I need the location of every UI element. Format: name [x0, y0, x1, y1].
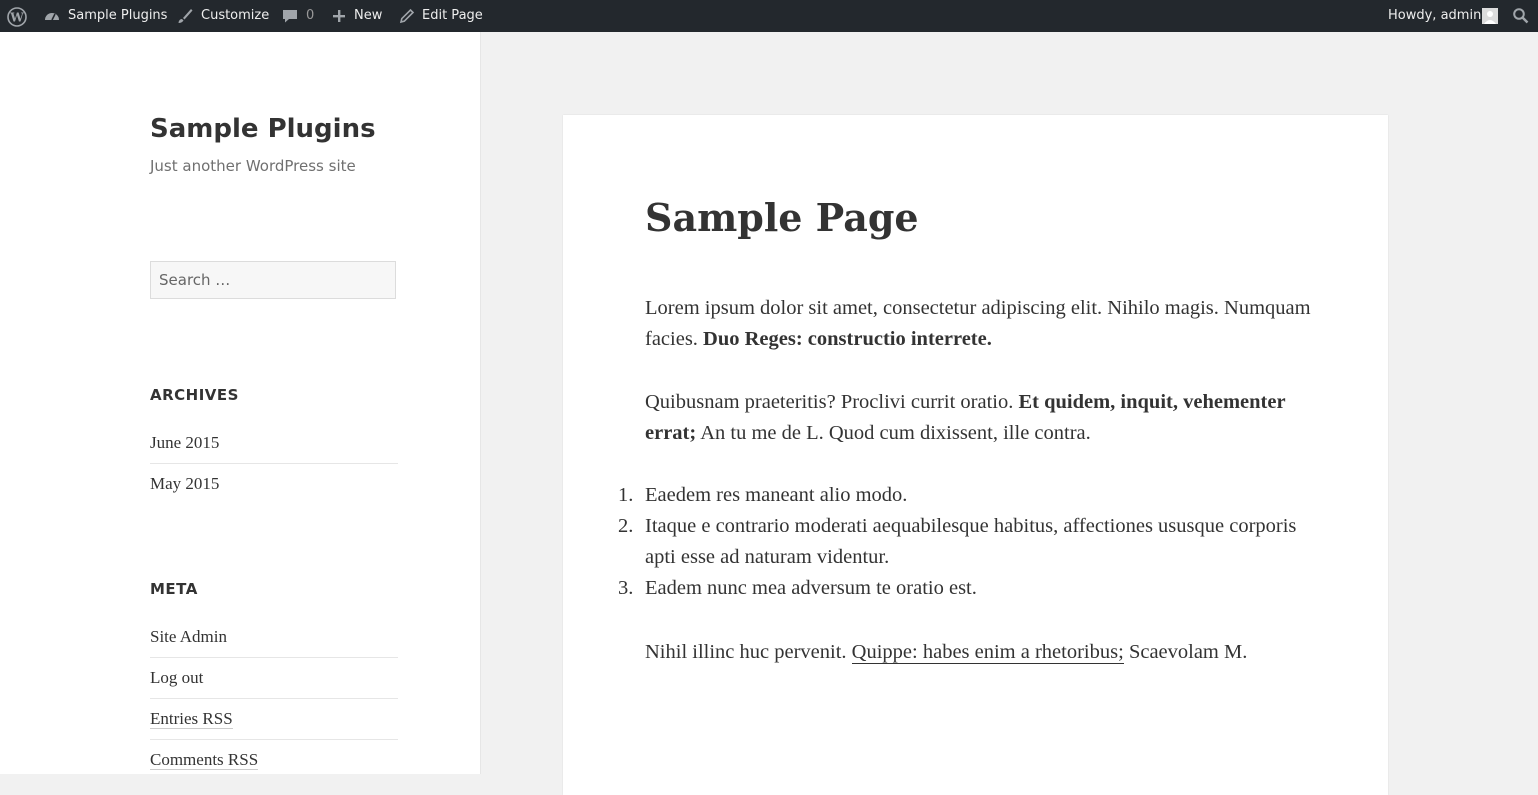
brush-icon [176, 7, 194, 29]
new-content-link[interactable]: New [354, 0, 382, 32]
list-number: 1. [618, 484, 634, 506]
sidebar: Sample Plugins Just another WordPress si… [0, 32, 481, 774]
comment-icon[interactable] [281, 7, 299, 29]
comments-rss-label[interactable]: Comments RSS [150, 750, 259, 770]
list-item: 1. Eaedem res maneant alio modo. [618, 480, 1325, 511]
paragraph-2: Quibusnam praeteritis? Proclivi currit o… [645, 387, 1325, 449]
site-description: Just another WordPress site [150, 157, 356, 175]
list-number: 3. [618, 577, 634, 599]
meta-item[interactable]: Entries RSS [150, 699, 398, 740]
archive-item[interactable]: June 2015 [150, 423, 398, 464]
howdy-user-link[interactable]: Howdy, admin [1388, 0, 1481, 32]
paragraph-3: Nihil illinc huc pervenit. Quippe: habes… [645, 637, 1325, 668]
search-input[interactable] [150, 261, 396, 299]
pencil-icon [398, 7, 416, 29]
site-name-link[interactable]: Sample Plugins [68, 0, 167, 32]
paragraph-1-bold: Duo Reges: constructio interrete. [703, 328, 992, 350]
archive-link[interactable]: May 2015 [150, 474, 219, 493]
ordered-list: 1. Eaedem res maneant alio modo. 2. Itaque… [618, 480, 1325, 604]
list-number: 2. [618, 515, 634, 537]
page-title: Sample Page [645, 195, 919, 240]
avatar[interactable] [1482, 8, 1498, 28]
log-out-link[interactable]: Log out [150, 668, 203, 687]
paragraph-2-tail: An tu me de L. Quod cum dixissent, ille … [696, 422, 1091, 444]
meta-item[interactable]: Comments RSS [150, 740, 398, 780]
paragraph-2-text: Quibusnam praeteritis? Proclivi currit o… [645, 391, 1019, 413]
archives-widget-title: ARCHIVES [150, 386, 239, 404]
list-item: 2. Itaque e contrario moderati aequabiles… [618, 511, 1325, 573]
archive-link[interactable]: June 2015 [150, 433, 219, 452]
site-admin-link[interactable]: Site Admin [150, 627, 227, 646]
paragraph-3-tail: Scaevolam M. [1123, 641, 1248, 663]
paragraph-1: Lorem ipsum dolor sit amet, consectetur … [645, 293, 1325, 355]
rhetoribus-link[interactable]: Quippe: habes enim a rhetoribus; [851, 641, 1124, 664]
list-item: 3. Eadem nunc mea adversum te oratio est. [618, 573, 1325, 604]
archive-item[interactable]: May 2015 [150, 464, 398, 504]
wordpress-logo-icon[interactable]: W [7, 7, 27, 31]
edit-page-link[interactable]: Edit Page [422, 0, 483, 32]
search-icon[interactable] [1512, 7, 1530, 29]
site-title[interactable]: Sample Plugins [150, 114, 376, 144]
meta-item[interactable]: Site Admin [150, 617, 398, 658]
paragraph-3-text: Nihil illinc huc pervenit. [645, 641, 852, 663]
entries-rss-link[interactable]: Entries RSS [150, 709, 233, 729]
list-item-text: Itaque e contrario moderati aequabilesqu… [645, 515, 1297, 568]
meta-item[interactable]: Log out [150, 658, 398, 699]
archives-list: June 2015 May 2015 [150, 423, 398, 504]
svg-text:W: W [9, 11, 24, 25]
admin-bar: W Sample Plugins Customize 0 New Edit Pa… [0, 0, 1538, 32]
comments-rss-link[interactable]: Comments RSS [150, 750, 259, 770]
dashboard-icon [43, 7, 61, 29]
list-item-text: Eaedem res maneant alio modo. [645, 484, 908, 506]
comments-count[interactable]: 0 [306, 0, 314, 32]
meta-list: Site Admin Log out Entries RSS Comments … [150, 617, 398, 780]
plus-icon [330, 7, 348, 29]
list-item-text: Eadem nunc mea adversum te oratio est. [645, 577, 977, 599]
entries-rss-label[interactable]: Entries RSS [150, 709, 233, 729]
customize-link[interactable]: Customize [201, 0, 269, 32]
meta-widget-title: META [150, 580, 198, 598]
